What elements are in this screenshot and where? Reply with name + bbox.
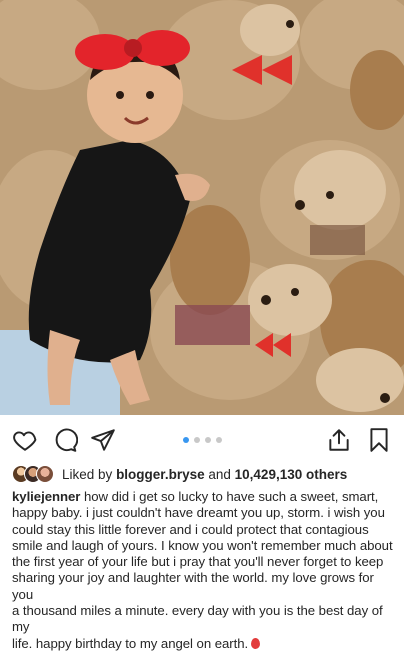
carousel-dot[interactable] [182, 437, 189, 443]
caption-username[interactable]: kyliejenner [12, 489, 80, 504]
likes-count[interactable]: 10,429,130 others [235, 467, 348, 482]
post-action-bar [0, 415, 404, 463]
liked-by-user[interactable]: blogger.bryse [116, 467, 205, 482]
balloon-icon [251, 637, 261, 649]
carousel-dot[interactable] [193, 437, 200, 443]
liker-avatars [12, 465, 54, 483]
likes-row: Liked by blogger.bryse and 10,429,130 ot… [12, 463, 347, 485]
caption-text: how did i get so lucky to have such a sw… [12, 489, 393, 651]
bookmark-icon[interactable] [366, 427, 392, 453]
avatar[interactable] [36, 465, 54, 483]
upload-icon[interactable] [326, 427, 352, 453]
post-photo[interactable] [0, 0, 404, 415]
liked-by-and: and [208, 466, 231, 482]
liked-by-prefix: Liked by [62, 466, 113, 482]
carousel-dot[interactable] [215, 437, 222, 443]
post-caption: kyliejenner how did i get so lucky to ha… [12, 489, 396, 652]
carousel-dot[interactable] [204, 437, 211, 443]
